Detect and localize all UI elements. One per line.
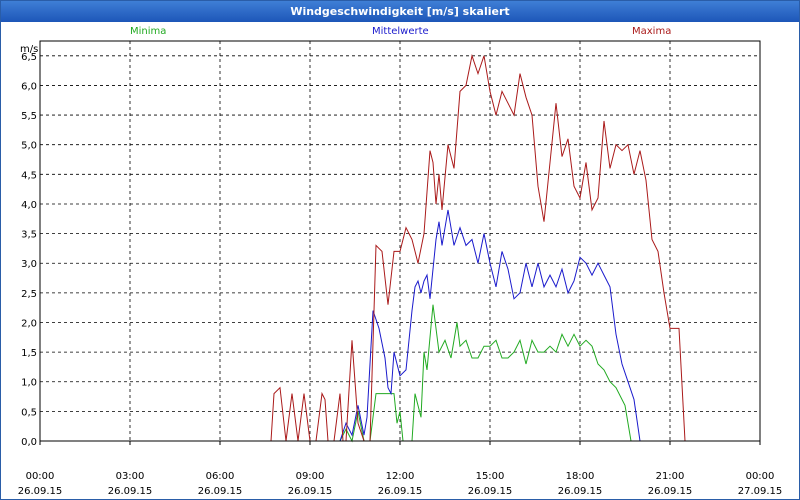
y-tick-label: 2,0: [21, 318, 37, 329]
x-tick-date: 26.09.15: [468, 486, 513, 497]
y-tick-label: 4,0: [21, 200, 37, 211]
x-tick-date: 26.09.15: [108, 486, 153, 497]
x-tick-date: 26.09.15: [18, 486, 63, 497]
y-tick-label: 0,0: [21, 437, 37, 448]
y-tick-label: 0,5: [21, 407, 37, 418]
x-tick-time: 18:00: [566, 471, 595, 482]
y-tick-label: 3,0: [21, 259, 37, 270]
x-tick-time: 06:00: [206, 471, 235, 482]
wind-speed-chart: 0,00,51,01,52,02,53,03,54,04,55,05,56,06…: [18, 40, 783, 497]
x-tick-time: 00:00: [746, 471, 775, 482]
x-tick-time: 00:00: [26, 471, 55, 482]
y-tick-label: 4,5: [21, 170, 37, 181]
y-tick-label: 2,5: [21, 289, 37, 300]
y-tick-label: 6,0: [21, 81, 37, 92]
x-tick-time: 12:00: [386, 471, 415, 482]
x-tick-date: 26.09.15: [648, 486, 693, 497]
y-tick-label: 5,0: [21, 141, 37, 152]
x-tick-date: 26.09.15: [558, 486, 603, 497]
x-tick-time: 21:00: [656, 471, 685, 482]
x-tick-time: 09:00: [296, 471, 325, 482]
y-tick-label: 3,5: [21, 230, 37, 241]
grid: [40, 41, 760, 441]
x-tick-time: 15:00: [476, 471, 505, 482]
y-axis-unit-label: m/s: [20, 44, 38, 55]
y-tick-label: 1,5: [21, 348, 37, 359]
x-tick-date: 26.09.15: [378, 486, 423, 497]
y-tick-label: 5,5: [21, 111, 37, 122]
x-tick-time: 03:00: [116, 471, 145, 482]
x-tick-date: 27.09.15: [738, 486, 783, 497]
x-tick-date: 26.09.15: [288, 486, 333, 497]
y-tick-label: 1,0: [21, 378, 37, 389]
x-tick-date: 26.09.15: [198, 486, 243, 497]
